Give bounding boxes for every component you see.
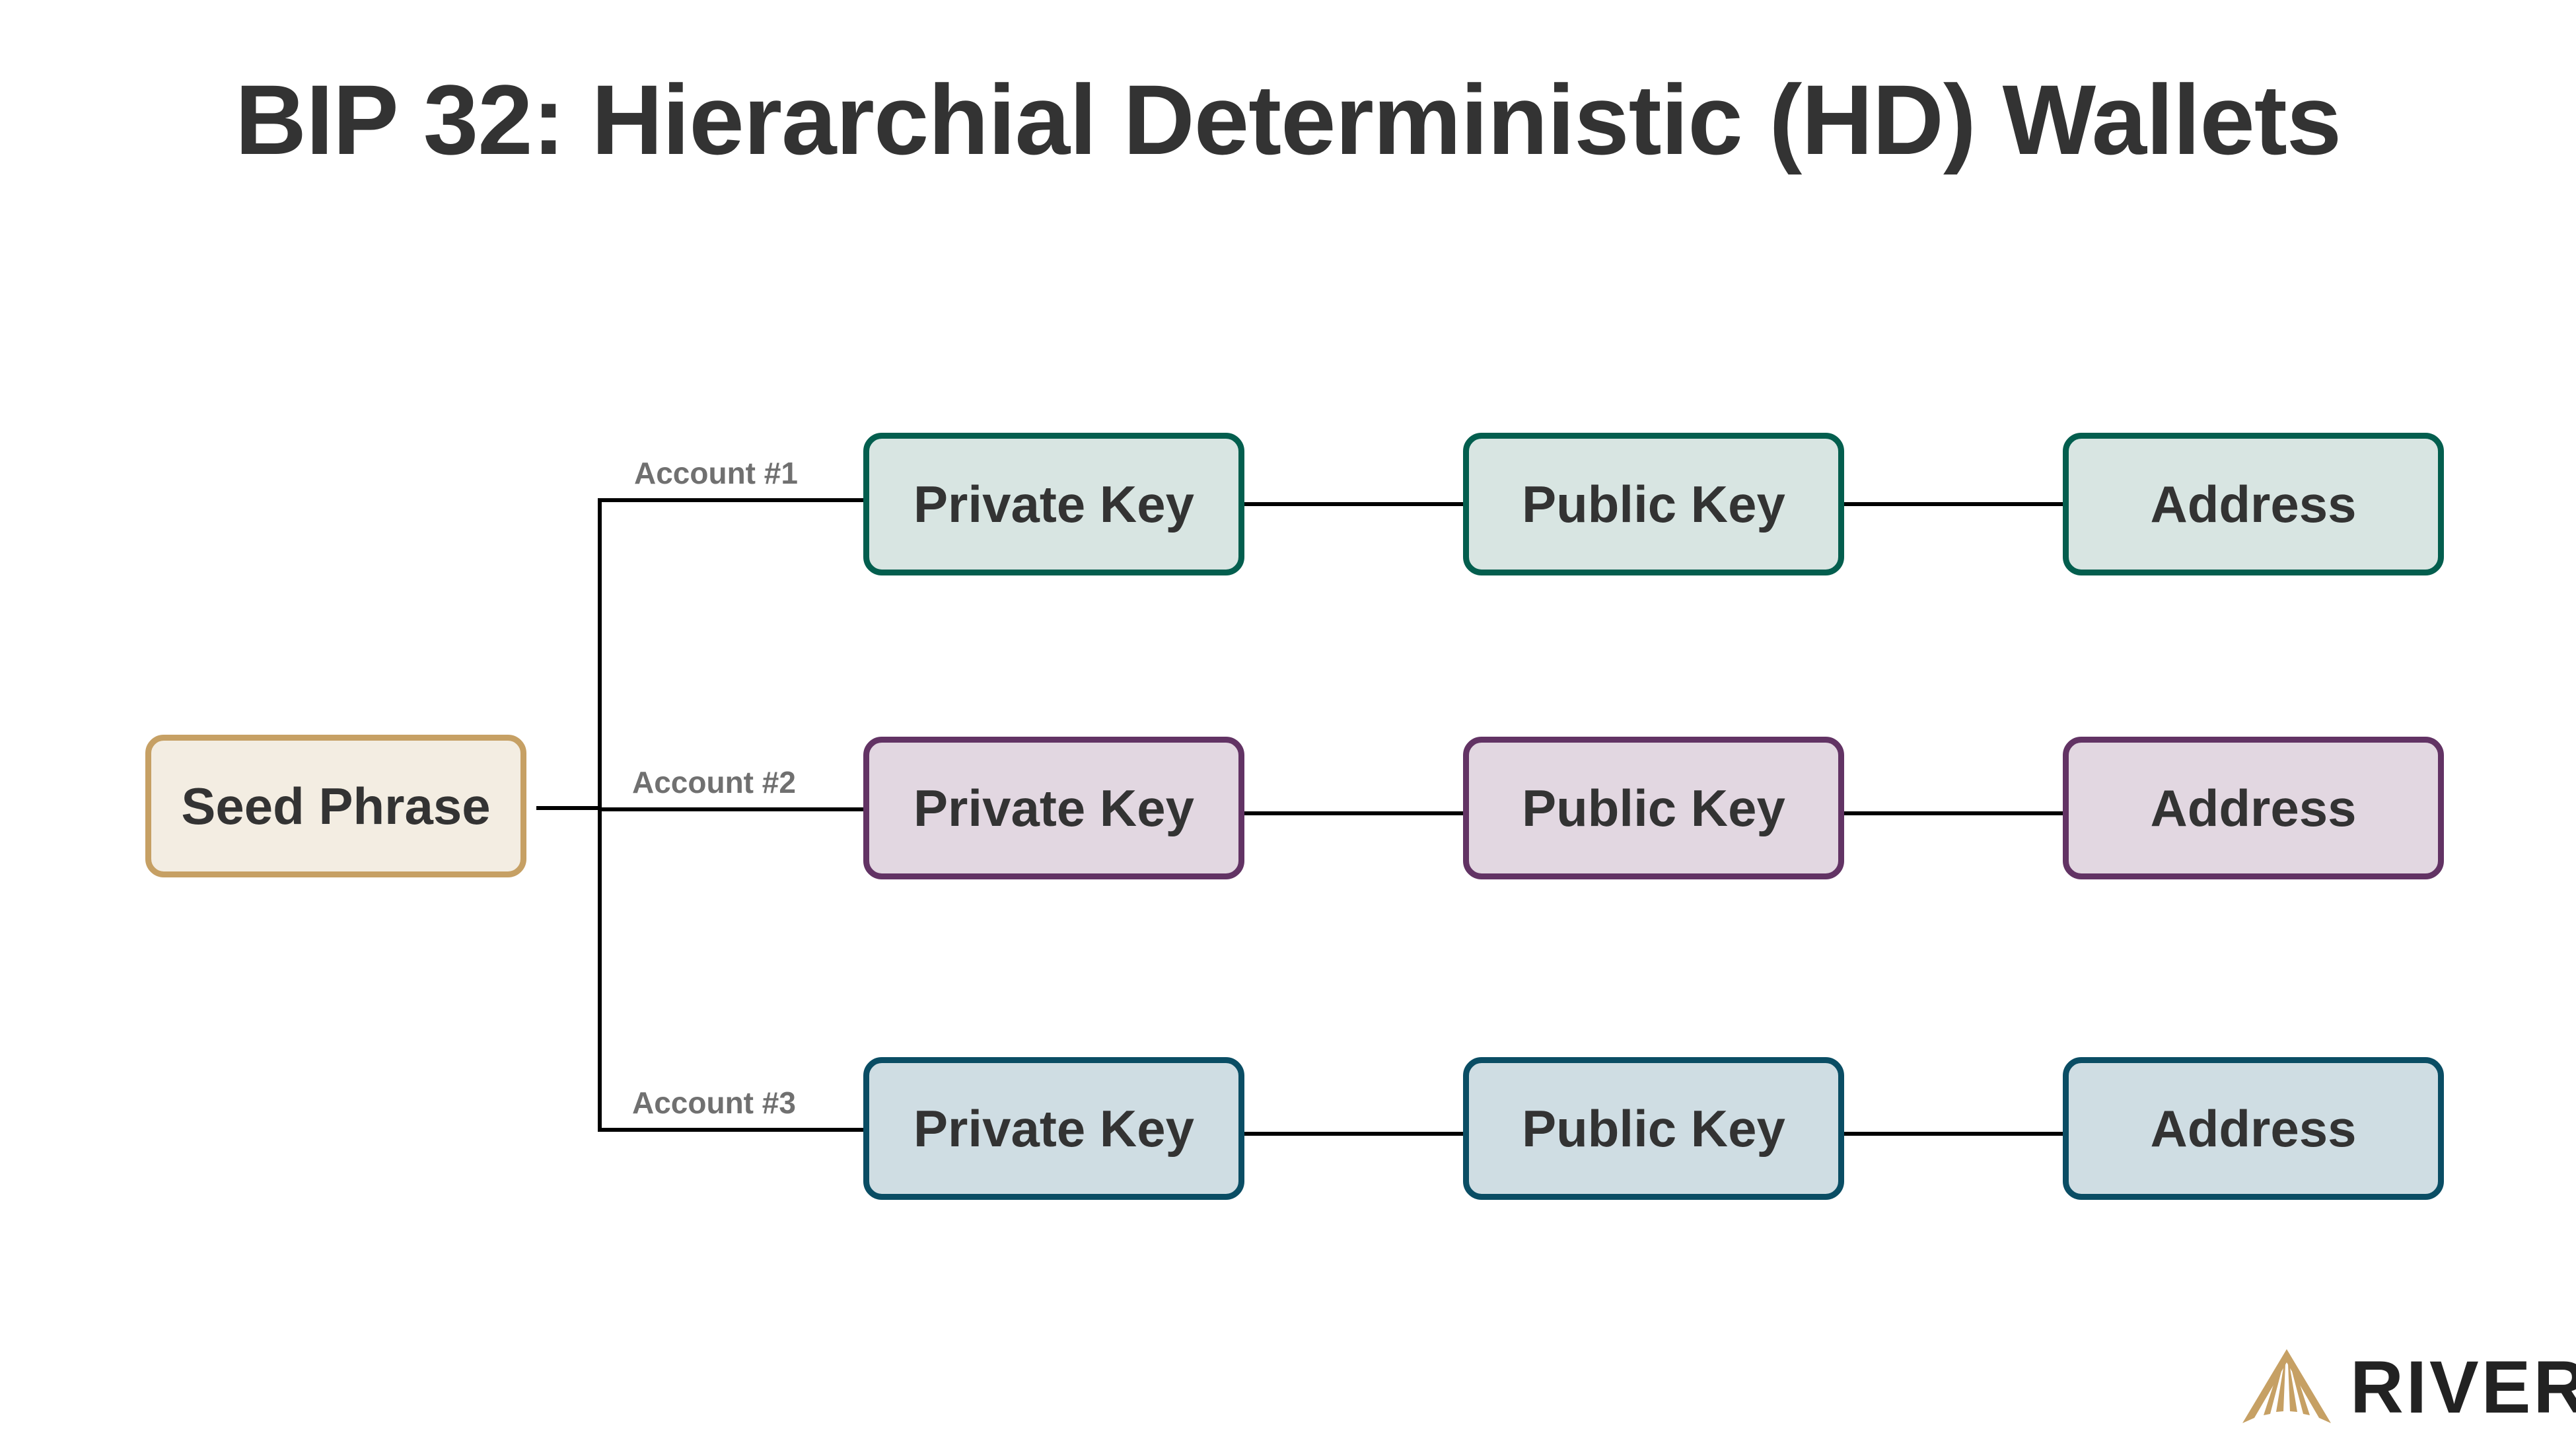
public-key-label: Public Key: [1522, 474, 1785, 533]
connector-lines: [536, 498, 2063, 1136]
seed-phrase-label: Seed Phrase: [181, 776, 491, 835]
address-box: Address: [2063, 737, 2444, 879]
private-key-label: Private Key: [913, 1099, 1194, 1158]
seed-phrase-box: Seed Phrase: [145, 735, 526, 877]
river-logo: RIVER: [2242, 1345, 2576, 1430]
private-key-label: Private Key: [913, 474, 1194, 533]
public-key-label: Public Key: [1522, 778, 1785, 837]
private-key-box: Private Key: [863, 737, 1244, 879]
address-label: Address: [2150, 778, 2357, 837]
private-key-box: Private Key: [863, 433, 1244, 575]
public-key-box: Public Key: [1463, 433, 1844, 575]
address-label: Address: [2150, 1099, 2357, 1158]
account-label: Account #3: [632, 1086, 796, 1120]
private-key-label: Private Key: [913, 778, 1194, 837]
public-key-box: Public Key: [1463, 1057, 1844, 1200]
river-logo-icon: [2242, 1349, 2331, 1423]
account-label: Account #1: [634, 456, 798, 490]
public-key-label: Public Key: [1522, 1099, 1785, 1158]
address-label: Address: [2150, 474, 2357, 533]
address-box: Address: [2063, 1057, 2444, 1200]
private-key-box: Private Key: [863, 1057, 1244, 1200]
river-logo-text: RIVER: [2350, 1346, 2576, 1428]
address-box: Address: [2063, 433, 2444, 575]
account-label: Account #2: [632, 765, 796, 799]
public-key-box: Public Key: [1463, 737, 1844, 879]
